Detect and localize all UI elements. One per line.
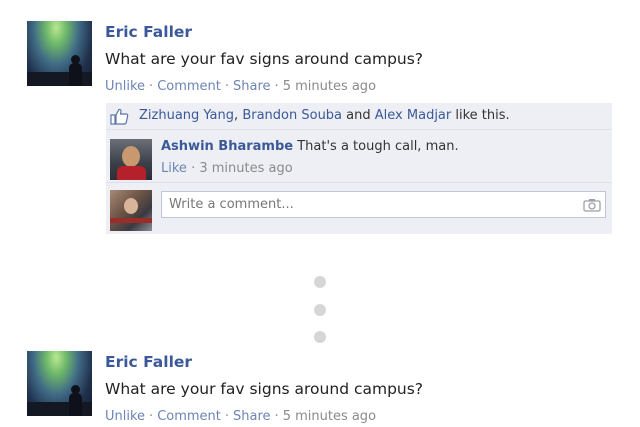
liker-name[interactable]: Zizhuang Yang (139, 108, 234, 123)
thumbs-up-icon (110, 108, 129, 125)
ellipsis-dot (314, 331, 326, 343)
story-actions: Unlike · Comment · Share · 5 minutes ago (105, 77, 615, 97)
commenter-avatar[interactable] (110, 139, 152, 180)
commenter-name[interactable]: Ashwin Bharambe (161, 139, 293, 154)
likes-row: Zizhuang Yang, Brandon Souba and Alex Ma… (106, 103, 612, 130)
separator: · (191, 161, 196, 176)
separator: · (224, 79, 230, 94)
comment-timestamp[interactable]: 3 minutes ago (199, 161, 292, 176)
liker-name[interactable]: Alex Madjar (375, 108, 451, 123)
liker-name[interactable]: Brandon Souba (242, 108, 342, 123)
story-timestamp[interactable]: 5 minutes ago (283, 409, 376, 424)
story-message: What are your fav signs around campus? (105, 380, 424, 398)
author-avatar[interactable] (27, 351, 92, 416)
comment-link[interactable]: Comment (157, 79, 221, 94)
ellipsis-dot (314, 304, 326, 316)
comment-input[interactable] (161, 191, 606, 218)
camera-icon[interactable] (583, 198, 601, 212)
story-body: Eric Faller What are your fav signs arou… (105, 351, 615, 427)
share-link[interactable]: Share (233, 409, 271, 424)
separator: · (274, 409, 279, 424)
viewer-avatar (110, 190, 152, 231)
story-body: Eric Faller What are your fav signs arou… (105, 21, 615, 97)
comment-text: That's a tough call, man. (297, 139, 459, 154)
likes-sentence: Zizhuang Yang, Brandon Souba and Alex Ma… (139, 108, 510, 123)
unlike-link[interactable]: Unlike (105, 79, 145, 94)
author-name[interactable]: Eric Faller (105, 21, 615, 43)
separator: · (224, 409, 230, 424)
separator: · (274, 79, 279, 94)
comment-body: Ashwin Bharambe That's a tough call, man… (161, 137, 459, 179)
comment-item: Ashwin Bharambe That's a tough call, man… (106, 131, 612, 183)
comment-composer (106, 184, 612, 234)
comment-link[interactable]: Comment (157, 409, 221, 424)
unlike-link[interactable]: Unlike (105, 409, 145, 424)
comment-like-link[interactable]: Like (161, 161, 187, 176)
story-actions: Unlike · Comment · Share · 5 minutes ago (105, 407, 615, 427)
story-message: What are your fav signs around campus? (105, 50, 424, 68)
author-name[interactable]: Eric Faller (105, 351, 615, 373)
separator: · (149, 79, 154, 94)
feedback-box: Zizhuang Yang, Brandon Souba and Alex Ma… (106, 103, 612, 234)
separator: · (149, 409, 154, 424)
comment-meta: Like · 3 minutes ago (161, 159, 459, 179)
story-timestamp[interactable]: 5 minutes ago (283, 79, 376, 94)
author-avatar[interactable] (27, 21, 92, 86)
ellipsis-dot (314, 276, 326, 288)
share-link[interactable]: Share (233, 79, 271, 94)
